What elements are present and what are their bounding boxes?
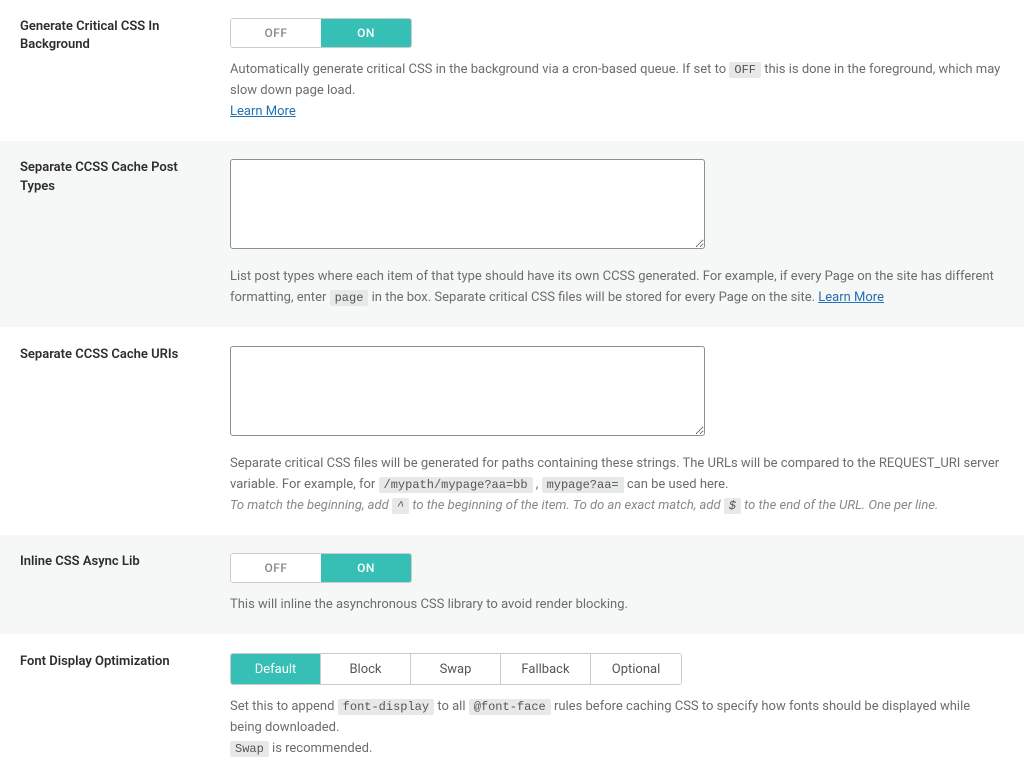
- desc-text: to all: [434, 699, 469, 714]
- desc-text: Set this to append: [230, 699, 338, 714]
- label-column: Font Display Optimization: [20, 653, 230, 759]
- setting-label: Separate CCSS Cache URIs: [20, 346, 210, 364]
- setting-row-generate-critical-css-bg: Generate Critical CSS In Background OFF …: [0, 0, 1024, 141]
- inline-code: $: [724, 498, 741, 514]
- toggle-group: OFF ON: [230, 18, 412, 48]
- tab-default[interactable]: Default: [231, 654, 321, 684]
- setting-label: Separate CCSS Cache Post Types: [20, 159, 210, 195]
- label-column: Separate CCSS Cache URIs: [20, 346, 230, 516]
- toggle-group: OFF ON: [230, 553, 412, 583]
- tab-swap[interactable]: Swap: [411, 654, 501, 684]
- tab-group: Default Block Swap Fallback Optional: [230, 653, 682, 685]
- note-text: To match the beginning, add ^ to the beg…: [230, 498, 938, 513]
- inline-code: @font-face: [469, 699, 551, 715]
- control-column: List post types where each item of that …: [230, 159, 1004, 309]
- desc-text: can be used here.: [624, 477, 729, 492]
- desc-text: Automatically generate critical CSS in t…: [230, 62, 729, 77]
- post-types-textarea[interactable]: [230, 159, 705, 249]
- control-column: Default Block Swap Fallback Optional Set…: [230, 653, 1004, 759]
- toggle-on[interactable]: ON: [321, 19, 411, 47]
- desc-text: is recommended.: [269, 741, 373, 756]
- description: List post types where each item of that …: [230, 267, 1004, 309]
- setting-label: Inline CSS Async Lib: [20, 553, 210, 571]
- tab-fallback[interactable]: Fallback: [501, 654, 591, 684]
- learn-more-link[interactable]: Learn More: [230, 104, 296, 119]
- setting-label: Generate Critical CSS In Background: [20, 18, 210, 54]
- control-column: OFF ON This will inline the asynchronous…: [230, 553, 1004, 616]
- label-column: Generate Critical CSS In Background: [20, 18, 230, 122]
- label-column: Inline CSS Async Lib: [20, 553, 230, 616]
- uris-textarea[interactable]: [230, 346, 705, 436]
- inline-code: Swap: [230, 741, 269, 757]
- description: Set this to append font-display to all @…: [230, 697, 1004, 759]
- tab-optional[interactable]: Optional: [591, 654, 681, 684]
- setting-row-font-display-optimization: Font Display Optimization Default Block …: [0, 635, 1024, 778]
- description: This will inline the asynchronous CSS li…: [230, 595, 1004, 616]
- control-column: OFF ON Automatically generate critical C…: [230, 18, 1004, 122]
- inline-code: /mypath/mypage?aa=bb: [379, 477, 533, 493]
- inline-code: font-display: [338, 699, 434, 715]
- toggle-on[interactable]: ON: [321, 554, 411, 582]
- label-column: Separate CCSS Cache Post Types: [20, 159, 230, 309]
- setting-label: Font Display Optimization: [20, 653, 210, 671]
- inline-code: mypage?aa=: [542, 477, 624, 493]
- control-column: Separate critical CSS files will be gene…: [230, 346, 1004, 516]
- description: Separate critical CSS files will be gene…: [230, 454, 1004, 516]
- description: Automatically generate critical CSS in t…: [230, 60, 1004, 122]
- toggle-off[interactable]: OFF: [231, 19, 321, 47]
- desc-text: in the box. Separate critical CSS files …: [368, 290, 818, 305]
- inline-code: ^: [392, 498, 409, 514]
- learn-more-link[interactable]: Learn More: [818, 290, 884, 305]
- inline-code: OFF: [729, 62, 761, 78]
- tab-block[interactable]: Block: [321, 654, 411, 684]
- toggle-off[interactable]: OFF: [231, 554, 321, 582]
- setting-row-inline-css-async-lib: Inline CSS Async Lib OFF ON This will in…: [0, 535, 1024, 635]
- desc-text: ,: [533, 477, 542, 492]
- inline-code: page: [330, 290, 369, 306]
- setting-row-separate-ccss-post-types: Separate CCSS Cache Post Types List post…: [0, 141, 1024, 328]
- setting-row-separate-ccss-uris: Separate CCSS Cache URIs Separate critic…: [0, 328, 1024, 535]
